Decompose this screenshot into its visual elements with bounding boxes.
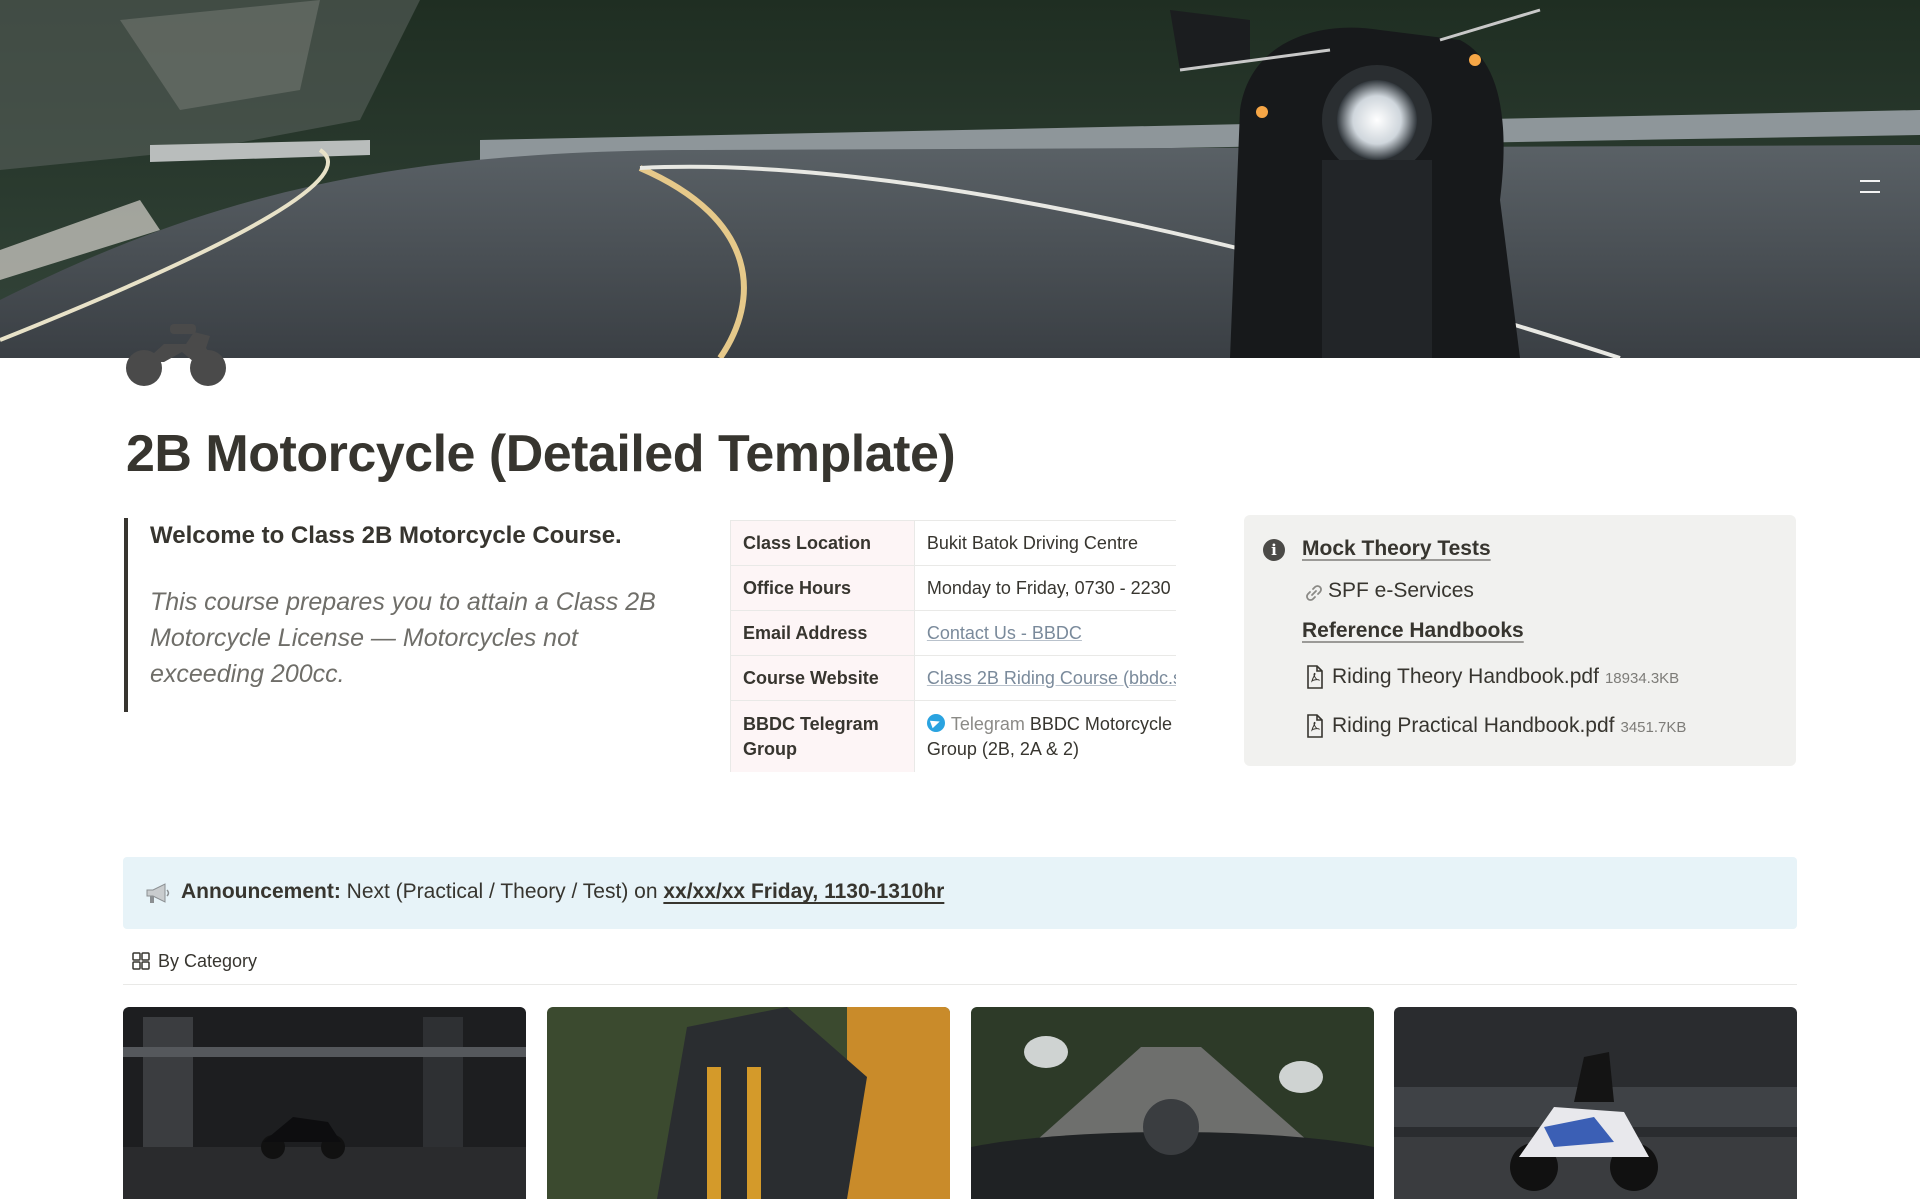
gallery-card[interactable]	[123, 1007, 526, 1199]
menu-icon[interactable]	[1860, 180, 1882, 202]
page-title: 2B Motorcycle (Detailed Template)	[126, 425, 956, 483]
view-label: By Category	[158, 950, 258, 971]
reference-handbooks-heading: Reference Handbooks	[1302, 619, 1524, 642]
announcement-label: Announcement:	[181, 880, 341, 903]
announcement-text: Announcement: Next (Practical / Theory /…	[181, 880, 944, 904]
cover-image	[0, 0, 1920, 358]
table-key: Class Location	[730, 520, 915, 566]
table-key: BBDC Telegram Group	[730, 700, 915, 772]
menu-line	[1860, 180, 1880, 182]
file-size: 18934.3KB	[1604, 670, 1680, 687]
gallery-view-icon	[132, 952, 150, 970]
announcement-banner: Announcement: Next (Practical / Theory /…	[123, 857, 1797, 929]
menu-line	[1860, 191, 1880, 193]
view-divider	[123, 984, 1797, 985]
gallery-card[interactable]	[547, 1007, 950, 1199]
theory-handbook-file[interactable]: Riding Theory Handbook.pdf 18934.3KB	[1332, 665, 1679, 689]
view-tab-by-category[interactable]: By Category	[132, 948, 257, 974]
welcome-quote: Welcome to Class 2B Motorcycle Course. T…	[124, 518, 684, 712]
spf-eservices-link[interactable]: SPF e-Services	[1328, 579, 1474, 603]
card-cover-image	[1394, 1007, 1797, 1199]
table-value-cell: Contact Us - BBDC	[914, 610, 1176, 656]
mock-theory-tests-link[interactable]: Mock Theory Tests	[1302, 537, 1491, 561]
link-icon	[1306, 585, 1322, 601]
table-value: Monday to Friday, 0730 - 2230	[914, 565, 1176, 611]
telegram-icon	[926, 713, 945, 732]
email-link[interactable]: Contact Us - BBDC	[927, 623, 1082, 643]
course-info-table: Class Location Bukit Batok Driving Centr…	[730, 520, 1176, 772]
pdf-file-icon	[1307, 714, 1323, 738]
table-row: Office Hours Monday to Friday, 0730 - 22…	[730, 565, 1176, 611]
table-value: Bukit Batok Driving Centre	[914, 520, 1176, 566]
table-key: Email Address	[730, 610, 915, 656]
table-row: Course Website Class 2B Riding Course (b…	[730, 655, 1176, 701]
file-size: 3451.7KB	[1620, 719, 1687, 736]
info-icon: i	[1263, 539, 1285, 561]
megaphone-icon	[146, 883, 170, 903]
welcome-heading: Welcome to Class 2B Motorcycle Course.	[150, 522, 622, 549]
table-row: BBDC Telegram Group Telegram BBDC Motorc…	[730, 700, 1176, 772]
course-description: This course prepares you to attain a Cla…	[150, 588, 656, 688]
table-row: Email Address Contact Us - BBDC	[730, 610, 1176, 656]
announcement-date-link[interactable]: xx/xx/xx Friday, 1130-1310hr	[663, 880, 944, 903]
card-cover-image	[971, 1007, 1374, 1199]
pdf-file-icon	[1307, 665, 1323, 689]
cover-road-scene	[0, 0, 1920, 358]
card-cover-image	[547, 1007, 950, 1199]
card-cover-image	[123, 1007, 526, 1199]
course-website-link[interactable]: Class 2B Riding Course (bbdc.sg)	[927, 668, 1176, 688]
table-key: Course Website	[730, 655, 915, 701]
table-value-cell: Class 2B Riding Course (bbdc.sg)	[914, 655, 1176, 701]
file-name: Riding Practical Handbook.pdf	[1332, 714, 1615, 737]
gallery-card[interactable]	[1394, 1007, 1797, 1199]
resources-callout: i Mock Theory Tests SPF e-Services Refer…	[1244, 515, 1796, 766]
file-name: Riding Theory Handbook.pdf	[1332, 665, 1599, 688]
motorcycle-icon[interactable]	[124, 318, 230, 390]
table-row: Class Location Bukit Batok Driving Centr…	[730, 520, 1176, 566]
telegram-label: Telegram	[950, 713, 1025, 734]
table-key: Office Hours	[730, 565, 915, 611]
gallery-card[interactable]	[971, 1007, 1374, 1199]
announcement-message: Next (Practical / Theory / Test) on	[346, 880, 658, 903]
practical-handbook-file[interactable]: Riding Practical Handbook.pdf 3451.7KB	[1332, 714, 1686, 738]
telegram-link[interactable]: Telegram BBDC Motorcycle Group (2B, 2A &…	[914, 700, 1176, 772]
